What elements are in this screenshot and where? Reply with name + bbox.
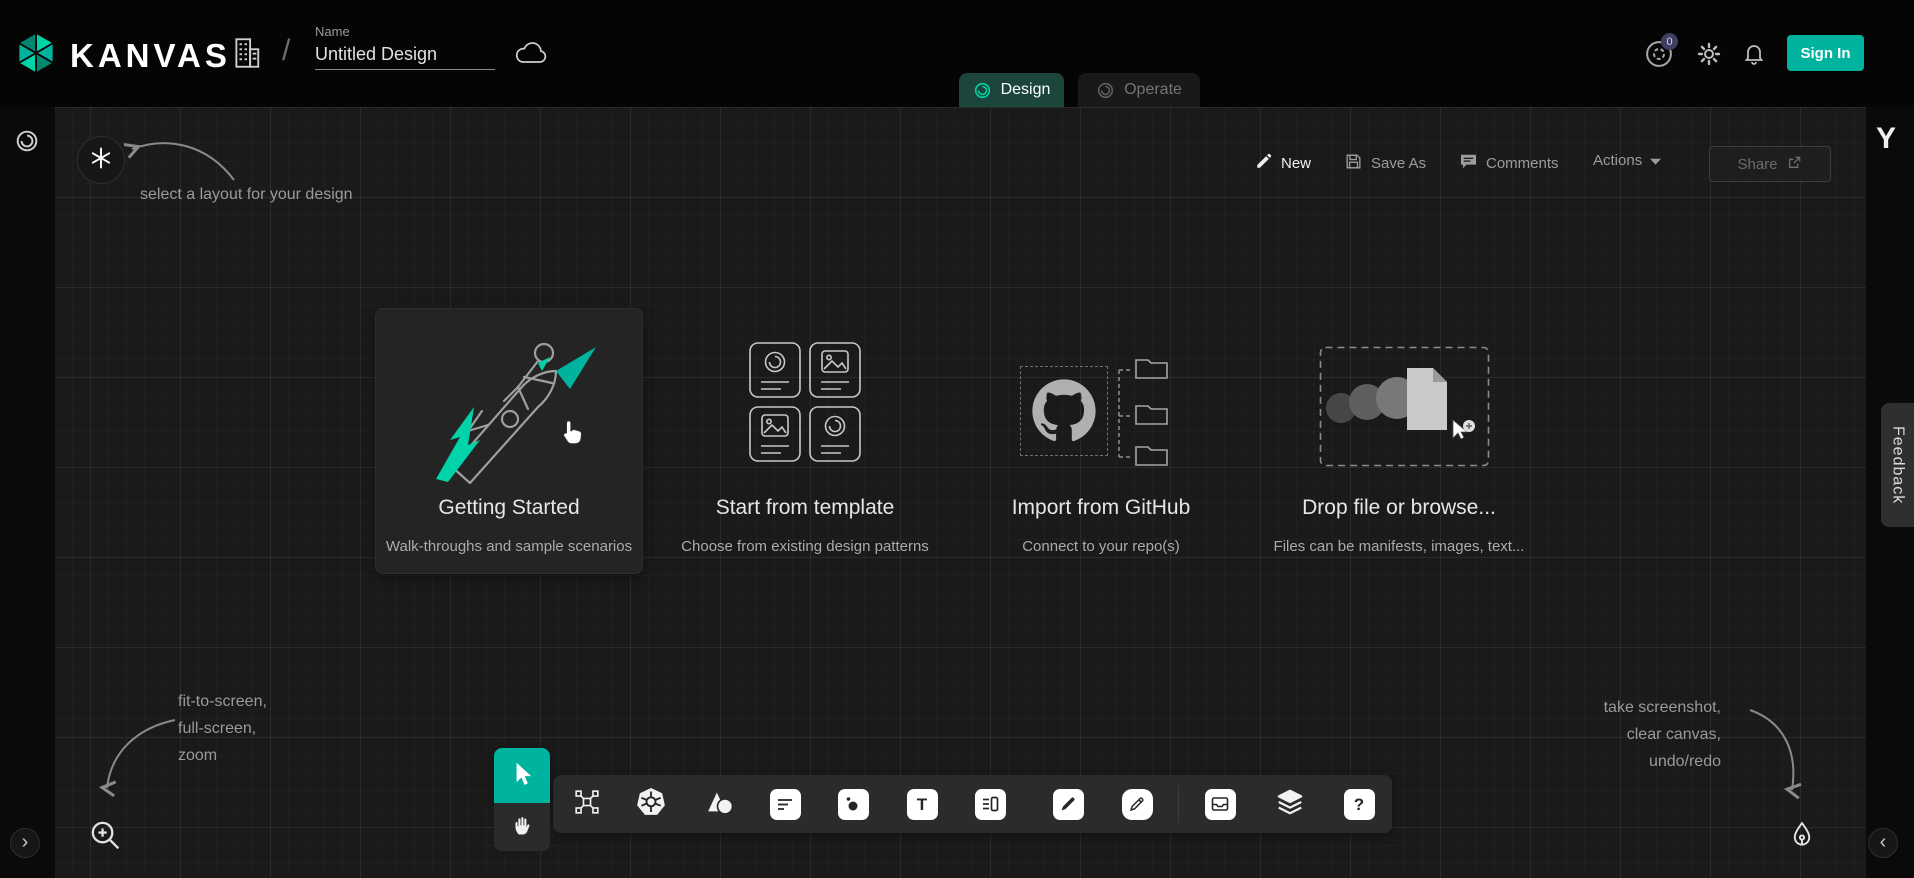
tab-design[interactable]: Design bbox=[959, 73, 1064, 107]
template-thumbnails bbox=[749, 342, 861, 462]
kubernetes-tool-button[interactable] bbox=[634, 787, 668, 821]
pencil-tool-button[interactable] bbox=[1120, 787, 1154, 821]
app-header: KANVAS / Name Design Operate 0 bbox=[0, 0, 1914, 107]
kanvas-logo[interactable]: KANVAS bbox=[14, 31, 231, 80]
comments-button[interactable]: Comments bbox=[1459, 152, 1559, 175]
tab-operate[interactable]: Operate bbox=[1078, 73, 1200, 107]
meshery-spiral-icon[interactable] bbox=[14, 128, 40, 159]
tools-dock: T ? bbox=[553, 775, 1392, 833]
comment-icon bbox=[1459, 152, 1478, 175]
organization-icon[interactable] bbox=[232, 36, 262, 75]
settings-gear-icon[interactable] bbox=[1697, 42, 1721, 71]
share-button[interactable]: Share bbox=[1709, 146, 1831, 182]
card-caption-getting-started: Walk-throughs and sample scenarios bbox=[386, 538, 632, 555]
kanvas-app: Y select a layout for your design New Sa… bbox=[0, 0, 1914, 878]
pan-tool-button[interactable] bbox=[494, 803, 550, 851]
text-tool-button[interactable]: T bbox=[905, 787, 939, 821]
text-tool-icon: T bbox=[907, 789, 938, 820]
layout-hint-text: select a layout for your design bbox=[140, 186, 353, 204]
pen-nib-icon bbox=[1787, 837, 1817, 854]
drawer-icon bbox=[1205, 789, 1236, 820]
layers-tool-button[interactable] bbox=[1273, 787, 1307, 821]
comment-tool-button[interactable] bbox=[768, 787, 802, 821]
save-as-button[interactable]: Save As bbox=[1344, 152, 1426, 175]
pen-tool-button[interactable] bbox=[1051, 787, 1085, 821]
pen-icon bbox=[1053, 789, 1084, 820]
start-from-template-card[interactable] bbox=[735, 335, 875, 565]
notifications-bell-icon[interactable] bbox=[1742, 41, 1766, 70]
design-name-field: Name bbox=[315, 24, 495, 70]
card-title-drop-file: Drop file or browse... bbox=[1302, 496, 1496, 520]
getting-started-card[interactable] bbox=[375, 308, 643, 574]
media-tool-button[interactable] bbox=[836, 787, 870, 821]
design-tab-icon bbox=[973, 81, 992, 100]
drop-zone-graphic bbox=[1319, 346, 1490, 470]
card-caption-template: Choose from existing design patterns bbox=[681, 538, 929, 555]
comment-lines-icon bbox=[770, 789, 801, 820]
flowchart-icon bbox=[574, 789, 600, 820]
save-icon bbox=[1344, 152, 1363, 175]
media-icon bbox=[838, 789, 869, 820]
hint-arrow-zoom bbox=[95, 712, 185, 800]
help-tool-button[interactable]: ? bbox=[1342, 787, 1376, 821]
annotate-pen-button[interactable] bbox=[1787, 820, 1817, 855]
breadcrumb-separator: / bbox=[282, 34, 290, 68]
zoom-button[interactable] bbox=[88, 818, 122, 857]
card-title-template: Start from template bbox=[716, 496, 895, 520]
expand-left-panel-button[interactable]: › bbox=[10, 828, 40, 858]
chevron-down-icon bbox=[1650, 152, 1661, 169]
zoom-hint-text: fit-to-screen, full-screen, zoom bbox=[178, 688, 267, 769]
shapes-tool-button[interactable] bbox=[703, 787, 737, 821]
note-tool-button[interactable] bbox=[973, 787, 1007, 821]
pencil-icon bbox=[1255, 152, 1273, 174]
repo-folders-icon bbox=[1111, 352, 1183, 474]
magnifier-plus-icon bbox=[88, 839, 122, 856]
chevron-right-icon: › bbox=[22, 832, 29, 852]
sign-in-button[interactable]: Sign In bbox=[1787, 35, 1864, 71]
actions-dropdown[interactable]: Actions bbox=[1593, 152, 1661, 169]
card-caption-drop-file: Files can be manifests, images, text... bbox=[1274, 538, 1525, 555]
flowchart-tool-button[interactable] bbox=[570, 787, 604, 821]
layers-icon bbox=[1275, 787, 1305, 822]
select-tool-button[interactable] bbox=[494, 748, 550, 803]
cloud-sync-icon[interactable] bbox=[513, 41, 549, 72]
kubernetes-icon bbox=[636, 787, 666, 822]
screenshot-hint-text: take screenshot, clear canvas, undo/redo bbox=[1604, 694, 1721, 775]
card-title-github: Import from GitHub bbox=[1012, 496, 1191, 520]
layer5-y-logo: Y bbox=[1876, 122, 1896, 156]
notification-badge: 0 bbox=[1661, 33, 1678, 50]
note-icon bbox=[975, 789, 1006, 820]
design-name-input[interactable] bbox=[315, 39, 495, 70]
card-title-getting-started: Getting Started bbox=[438, 496, 579, 520]
drop-file-card[interactable] bbox=[1319, 346, 1490, 561]
hand-icon bbox=[510, 813, 534, 842]
drawer-tool-button[interactable] bbox=[1203, 787, 1237, 821]
feedback-tab[interactable]: Feedback bbox=[1881, 403, 1914, 527]
hint-arrow-layout bbox=[122, 130, 240, 188]
cursor-arrow-icon bbox=[509, 760, 535, 791]
design-name-label: Name bbox=[315, 24, 495, 39]
link-icon bbox=[1787, 154, 1803, 174]
pencil-outline-icon bbox=[1122, 789, 1153, 820]
card-caption-github: Connect to your repo(s) bbox=[1022, 538, 1180, 555]
snowflake-icon bbox=[89, 146, 113, 175]
new-design-button[interactable]: New bbox=[1255, 152, 1311, 174]
collapse-right-panel-button[interactable]: ‹ bbox=[1868, 828, 1898, 858]
operate-tab-icon bbox=[1096, 81, 1115, 100]
layout-selector-button[interactable] bbox=[77, 136, 125, 184]
shapes-icon bbox=[705, 787, 735, 822]
chevron-left-icon: ‹ bbox=[1880, 832, 1887, 852]
kanvas-logo-text: KANVAS bbox=[70, 37, 231, 75]
help-icon: ? bbox=[1344, 789, 1375, 820]
hand-cursor-icon bbox=[557, 418, 585, 451]
import-from-github-card[interactable] bbox=[1015, 350, 1190, 565]
left-rail bbox=[0, 107, 55, 878]
mode-tabs: Design Operate bbox=[959, 73, 1200, 107]
dock-divider bbox=[1178, 786, 1179, 822]
getting-started-illustration bbox=[392, 319, 628, 487]
github-octocat-icon bbox=[1031, 378, 1097, 449]
kanvas-logo-icon bbox=[14, 31, 58, 80]
hint-arrow-screenshot bbox=[1742, 702, 1810, 802]
